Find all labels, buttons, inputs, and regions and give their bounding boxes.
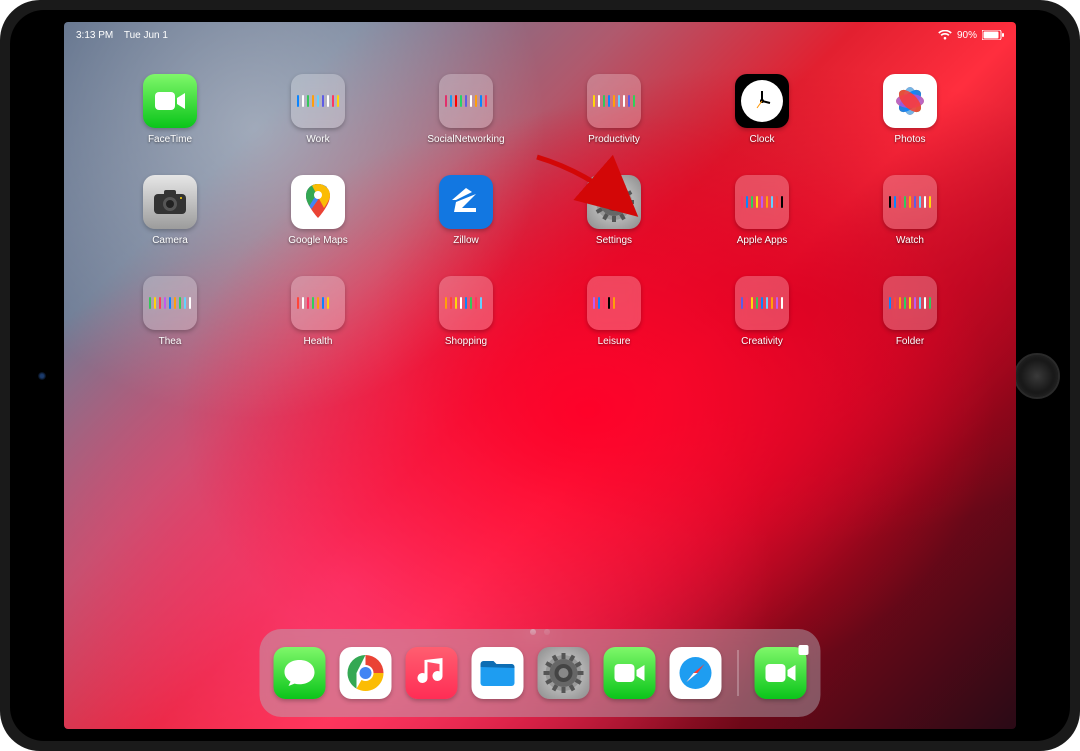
facetime-icon xyxy=(143,74,197,128)
folder-icon xyxy=(439,276,493,330)
dock-divider xyxy=(738,650,739,696)
folder-icon xyxy=(291,276,345,330)
app-google-maps[interactable]: Google Maps xyxy=(268,175,368,246)
front-camera xyxy=(38,372,46,380)
app-label: Settings xyxy=(596,235,632,246)
ipad-screen[interactable]: 3:13 PM Tue Jun 1 90% FaceTime xyxy=(64,22,1016,729)
ipad-frame: 3:13 PM Tue Jun 1 90% FaceTime xyxy=(0,0,1080,751)
folder-icon xyxy=(439,74,493,128)
app-label: Clock xyxy=(749,134,774,145)
zillow-icon xyxy=(439,175,493,229)
folder-work[interactable]: Work xyxy=(268,74,368,145)
folder-apple-apps[interactable]: Apple Apps xyxy=(712,175,812,246)
app-label: Folder xyxy=(896,336,924,347)
app-camera[interactable]: Camera xyxy=(120,175,220,246)
app-label: Creativity xyxy=(741,336,783,347)
app-label: Google Maps xyxy=(288,235,347,246)
status-date: Tue Jun 1 xyxy=(124,30,168,41)
app-clock[interactable]: Clock xyxy=(712,74,812,145)
app-label: Watch xyxy=(896,235,924,246)
folder-creativity[interactable]: Creativity xyxy=(712,276,812,347)
dock-app-safari[interactable] xyxy=(670,647,722,699)
folder-health[interactable]: Health xyxy=(268,276,368,347)
status-bar: 3:13 PM Tue Jun 1 90% xyxy=(64,26,1016,44)
status-time: 3:13 PM xyxy=(76,30,113,41)
dock-app-files[interactable] xyxy=(472,647,524,699)
folder-icon xyxy=(735,175,789,229)
app-label: Zillow xyxy=(453,235,479,246)
folder-icon xyxy=(883,175,937,229)
wifi-icon xyxy=(938,30,952,40)
app-label: Apple Apps xyxy=(737,235,788,246)
dock-app-messages[interactable] xyxy=(274,647,326,699)
folder-socialnetworking[interactable]: SocialNetworking xyxy=(416,74,516,145)
dock-app-chrome[interactable] xyxy=(340,647,392,699)
folder-icon xyxy=(291,74,345,128)
app-photos[interactable]: Photos xyxy=(860,74,960,145)
clock-icon xyxy=(735,74,789,128)
app-label: Photos xyxy=(894,134,925,145)
dock xyxy=(260,629,821,717)
app-label: Work xyxy=(306,134,329,145)
app-label: Productivity xyxy=(588,134,640,145)
app-label: Camera xyxy=(152,235,188,246)
settings-icon xyxy=(587,175,641,229)
app-label: FaceTime xyxy=(148,134,192,145)
folder-leisure[interactable]: Leisure xyxy=(564,276,664,347)
app-label: SocialNetworking xyxy=(427,134,504,145)
folder-generic[interactable]: Folder xyxy=(860,276,960,347)
folder-shopping[interactable]: Shopping xyxy=(416,276,516,347)
folder-watch[interactable]: Watch xyxy=(860,175,960,246)
folder-icon xyxy=(735,276,789,330)
folder-icon xyxy=(587,276,641,330)
app-label: Health xyxy=(304,336,333,347)
google-maps-icon xyxy=(291,175,345,229)
app-settings[interactable]: Settings xyxy=(564,175,664,246)
folder-icon xyxy=(587,74,641,128)
dock-app-music[interactable] xyxy=(406,647,458,699)
home-screen-grid: FaceTime Work SocialNetworking xyxy=(64,74,1016,347)
folder-icon xyxy=(143,276,197,330)
battery-icon xyxy=(982,30,1004,40)
folder-productivity[interactable]: Productivity xyxy=(564,74,664,145)
folder-thea[interactable]: Thea xyxy=(120,276,220,347)
dock-app-facetime[interactable] xyxy=(604,647,656,699)
app-label: Leisure xyxy=(598,336,631,347)
folder-icon xyxy=(883,276,937,330)
dock-app-settings[interactable] xyxy=(538,647,590,699)
app-label: Shopping xyxy=(445,336,487,347)
battery-percentage: 90% xyxy=(957,30,977,41)
photos-icon xyxy=(883,74,937,128)
app-zillow[interactable]: Zillow xyxy=(416,175,516,246)
dock-recent-facetime[interactable] xyxy=(755,647,807,699)
camera-icon xyxy=(143,175,197,229)
home-button[interactable] xyxy=(1014,353,1060,399)
app-facetime[interactable]: FaceTime xyxy=(120,74,220,145)
app-label: Thea xyxy=(159,336,182,347)
